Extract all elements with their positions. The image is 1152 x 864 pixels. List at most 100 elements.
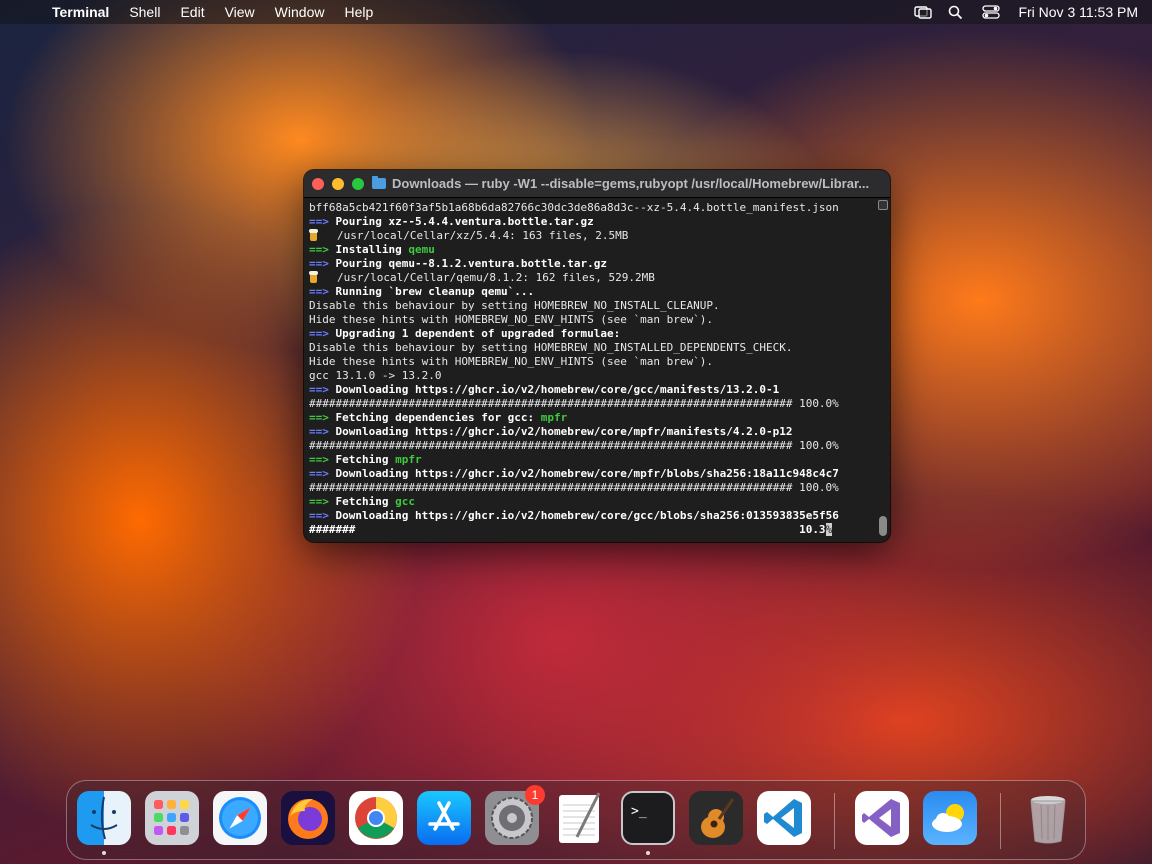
menu-shell[interactable]: Shell [129, 4, 160, 20]
folder-icon [372, 176, 386, 189]
line-text: ########################################… [309, 439, 839, 452]
chrome-icon[interactable] [349, 791, 403, 845]
scrollbar[interactable] [878, 200, 888, 538]
line-text: /usr/local/Cellar/xz/5.4.4: 163 files, 2… [337, 229, 629, 242]
zoom-button[interactable] [352, 177, 364, 190]
terminal-line: ==> Installing qemu [309, 243, 875, 257]
terminal-line: ########################################… [309, 481, 875, 495]
terminal-line: Disable this behaviour by setting HOMEBR… [309, 341, 875, 355]
terminal-line: ==> Downloading https://ghcr.io/v2/homeb… [309, 383, 875, 397]
terminal-line: ==> Pouring qemu--8.1.2.ventura.bottle.t… [309, 257, 875, 271]
terminal-line: Hide these hints with HOMEBREW_NO_ENV_HI… [309, 313, 875, 327]
dock-separator [834, 793, 835, 849]
menu-edit[interactable]: Edit [180, 4, 204, 20]
terminal-running-dot [646, 851, 650, 855]
terminal-line: ==> Fetching dependencies for gcc: mpfr [309, 411, 875, 425]
line-text: Upgrading 1 dependent of upgraded formul… [328, 327, 621, 340]
text-cursor: % [825, 523, 833, 536]
terminal-line: ==> Downloading https://ghcr.io/v2/homeb… [309, 425, 875, 439]
terminal-line: ==> Upgrading 1 dependent of upgraded fo… [309, 327, 875, 341]
line-text: Downloading https://ghcr.io/v2/homebrew/… [328, 383, 780, 396]
safari-icon[interactable] [213, 791, 267, 845]
menu-view[interactable]: View [225, 4, 255, 20]
svg-text:>_: >_ [631, 804, 647, 819]
line-text: Disable this behaviour by setting HOMEBR… [309, 341, 793, 354]
terminal-line: ########################################… [309, 439, 875, 453]
app-store-icon[interactable] [417, 791, 471, 845]
terminal-line: ==> Downloading https://ghcr.io/v2/homeb… [309, 467, 875, 481]
spotlight-search-icon[interactable] [948, 5, 966, 20]
terminal-line: ==> Fetching mpfr [309, 453, 875, 467]
beer-mug-icon [309, 229, 320, 241]
terminal-line: ==> Downloading https://ghcr.io/v2/homeb… [309, 509, 875, 523]
terminal-line: Disable this behaviour by setting HOMEBR… [309, 299, 875, 313]
prompt-arrow: ==> [309, 383, 329, 396]
prompt-arrow: ==> [309, 425, 329, 438]
menu-bar: Terminal Shell Edit View Window Help Fri… [0, 0, 1152, 24]
terminal-output[interactable]: bff68a5cb421f60f3af5b1a68b6da82766c30dc3… [304, 198, 890, 542]
prompt-arrow: ==> [309, 495, 329, 508]
launchpad-icon[interactable] [145, 791, 199, 845]
line-text: Disable this behaviour by setting HOMEBR… [309, 299, 720, 312]
terminal-line: /usr/local/Cellar/xz/5.4.4: 163 files, 2… [309, 229, 875, 243]
package-name: gcc [395, 495, 415, 508]
dock-separator [1000, 793, 1001, 849]
line-text: ########################################… [309, 397, 839, 410]
terminal-line: ########################################… [309, 397, 875, 411]
window-titlebar[interactable]: Downloads — ruby -W1 --disable=gems,ruby… [304, 170, 890, 198]
minimize-button[interactable] [332, 177, 344, 190]
finder-running-dot [102, 851, 106, 855]
prompt-arrow: ==> [309, 327, 329, 340]
progress-text: ####### 10.3 [309, 523, 826, 536]
garageband-icon[interactable] [689, 791, 743, 845]
dock: 1 >_ [66, 780, 1086, 860]
vscode-icon[interactable] [757, 791, 811, 845]
line-text: Fetching [328, 453, 396, 466]
terminal-line: ==> Running `brew cleanup qemu`... [309, 285, 875, 299]
line-text: Downloading https://ghcr.io/v2/homebrew/… [328, 425, 793, 438]
menu-help[interactable]: Help [344, 4, 373, 20]
line-text: Fetching dependencies for gcc: [328, 411, 541, 424]
terminal-line: ==> Fetching gcc [309, 495, 875, 509]
line-text: Pouring xz--5.4.4.ventura.bottle.tar.gz [328, 215, 594, 228]
screen-mirroring-icon[interactable] [914, 5, 933, 19]
weather-icon[interactable] [923, 791, 977, 845]
menu-app-name[interactable]: Terminal [52, 4, 109, 20]
line-text: Downloading https://ghcr.io/v2/homebrew/… [328, 467, 839, 480]
line-text: Fetching [328, 495, 396, 508]
terminal-lines: bff68a5cb421f60f3af5b1a68b6da82766c30dc3… [309, 201, 875, 537]
trash-icon[interactable] [1021, 791, 1075, 845]
line-text: gcc 13.1.0 -> 13.2.0 [309, 369, 442, 382]
line-text: /usr/local/Cellar/qemu/8.1.2: 162 files,… [337, 271, 655, 284]
prompt-arrow: ==> [309, 467, 329, 480]
line-text: Running `brew cleanup qemu`... [328, 285, 535, 298]
package-name: qemu [408, 243, 435, 256]
scroll-up-icon[interactable] [878, 200, 888, 210]
system-settings-icon[interactable]: 1 [485, 785, 545, 845]
scroll-thumb[interactable] [879, 516, 887, 536]
prompt-arrow: ==> [309, 509, 329, 522]
line-text: Hide these hints with HOMEBREW_NO_ENV_HI… [309, 313, 713, 326]
menu-window[interactable]: Window [275, 4, 325, 20]
visual-studio-icon[interactable] [855, 791, 909, 845]
terminal-line: ==> Pouring xz--5.4.4.ventura.bottle.tar… [309, 215, 875, 229]
finder-icon[interactable] [77, 791, 131, 855]
prompt-arrow: ==> [309, 243, 329, 256]
line-text: Pouring qemu--8.1.2.ventura.bottle.tar.g… [328, 257, 608, 270]
prompt-arrow: ==> [309, 411, 329, 424]
textedit-icon[interactable] [553, 791, 607, 845]
settings-badge: 1 [525, 785, 545, 805]
line-text: bff68a5cb421f60f3af5b1a68b6da82766c30dc3… [309, 201, 839, 214]
beer-mug-icon [309, 271, 320, 283]
terminal-window[interactable]: Downloads — ruby -W1 --disable=gems,ruby… [304, 170, 890, 542]
package-name: mpfr [540, 411, 568, 424]
prompt-arrow: ==> [309, 285, 329, 298]
package-name: mpfr [395, 453, 422, 466]
terminal-line: bff68a5cb421f60f3af5b1a68b6da82766c30dc3… [309, 201, 875, 215]
menu-clock[interactable]: Fri Nov 3 11:53 PM [1018, 4, 1138, 20]
terminal-line: ####### 10.3% [309, 523, 875, 537]
terminal-icon[interactable]: >_ [621, 791, 675, 855]
firefox-icon[interactable] [281, 791, 335, 845]
control-center-icon[interactable] [982, 5, 1001, 19]
close-button[interactable] [312, 177, 324, 190]
